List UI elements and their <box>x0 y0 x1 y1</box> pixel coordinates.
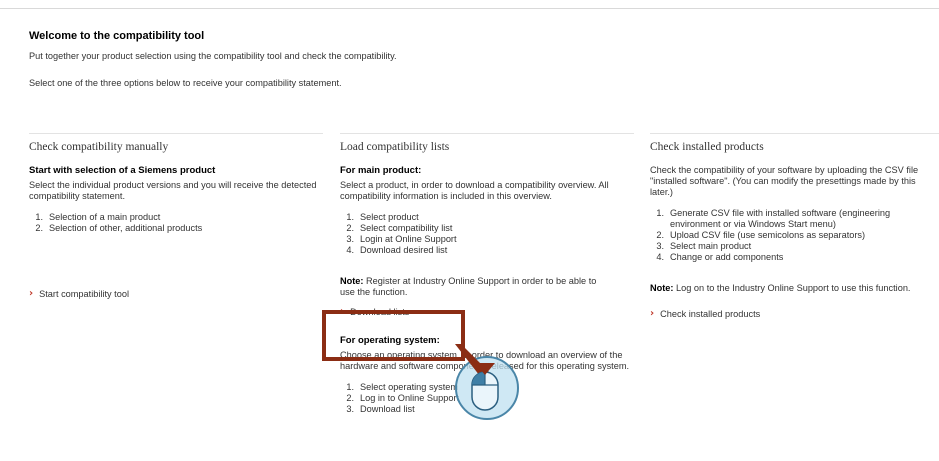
chevron-right-icon: › <box>650 308 655 319</box>
column-divider <box>340 133 634 134</box>
intro-section: Welcome to the compatibility tool Put to… <box>29 30 909 105</box>
note-text: Note: Register at Industry Online Suppor… <box>340 276 597 296</box>
start-compatibility-tool-link[interactable]: › Start compatibility tool <box>29 288 323 299</box>
intro-line-1: Put together your product selection usin… <box>29 51 397 61</box>
column-heading: Check compatibility manually <box>29 141 169 153</box>
list-item: 2. Selection of other, additional product… <box>35 223 203 233</box>
link-label: Check installed products <box>660 308 761 319</box>
link-label: Start compatibility tool <box>39 288 129 299</box>
column-description: Check the compatibility of your software… <box>650 165 919 197</box>
list-item: 2. Select compatibility list <box>346 223 453 233</box>
steps-list: 1. Generate CSV file with installed softw… <box>650 208 939 263</box>
list-item: 3. Select main product <box>656 241 752 251</box>
intro-line-2: Select one of the three options below to… <box>29 78 342 88</box>
check-installed-products-link[interactable]: › Check installed products <box>650 308 939 319</box>
steps-list: 1. Select product 2. Select compatibility … <box>340 212 634 256</box>
note-label: Note: <box>650 283 674 293</box>
list-item: 4. Download desired list <box>346 245 448 255</box>
column-divider <box>29 133 323 134</box>
steps-list: 1. Selection of a main product 2. Selectio… <box>29 212 323 234</box>
list-item: 1. Generate CSV file with installed softw… <box>656 208 891 229</box>
page-title: Welcome to the compatibility tool <box>29 30 205 42</box>
column-heading: Load compatibility lists <box>340 141 450 153</box>
column-description: Select the individual product versions a… <box>29 180 317 201</box>
column-check-installed: Check installed products Check the compa… <box>650 133 939 319</box>
column-description: Select a product, in order to download a… <box>340 180 609 201</box>
column-divider <box>650 133 939 134</box>
column-subheading: Start with selection of a Siemens produc… <box>29 165 216 176</box>
list-item: 2. Upload CSV file (use semicolons as sep… <box>656 230 866 240</box>
list-item: 3. Login at Online Support <box>346 234 457 244</box>
mouse-click-icon <box>455 344 499 411</box>
column-subheading: For main product: <box>340 165 422 176</box>
top-divider <box>0 8 939 9</box>
list-item: 1. Select product <box>346 212 419 222</box>
list-item: 1. Selection of a main product <box>35 212 161 222</box>
list-item: 4. Change or add components <box>656 252 784 262</box>
note-text: Note: Log on to the Industry Online Supp… <box>650 283 911 293</box>
chevron-right-icon: › <box>29 288 34 299</box>
column-heading: Check installed products <box>650 141 764 153</box>
highlight-frame <box>322 310 465 361</box>
note-label: Note: <box>340 276 364 286</box>
column-check-manually: Check compatibility manually Start with … <box>29 133 323 299</box>
